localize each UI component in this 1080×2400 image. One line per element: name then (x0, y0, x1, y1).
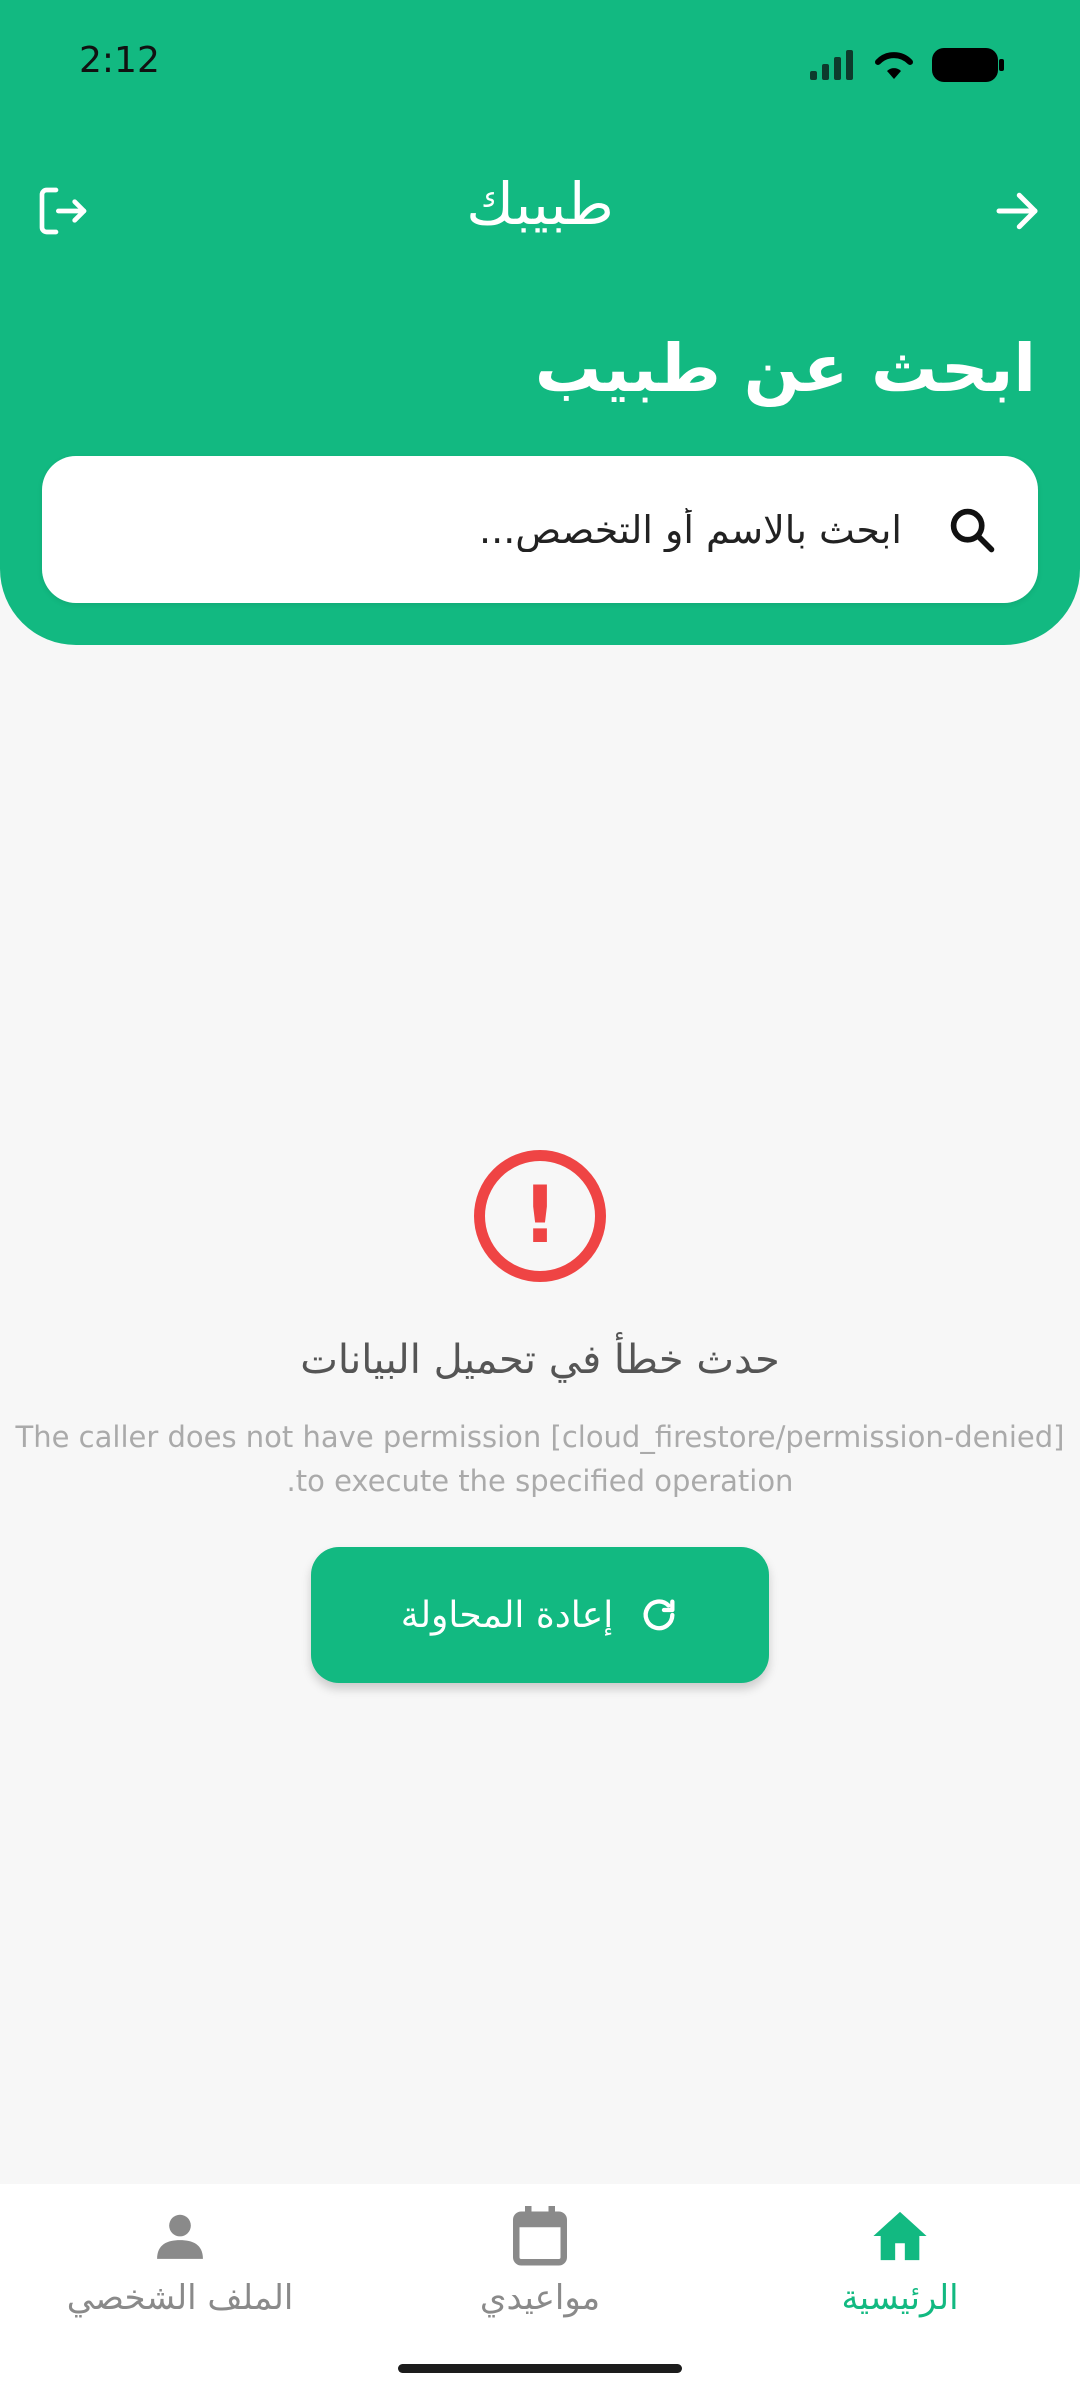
error-circle-icon: ! (474, 1150, 606, 1282)
app-header: 2:12 طبيبك ابحث عن طبيب (0, 0, 1080, 645)
nav-item-home[interactable]: الرئيسية (720, 2184, 1080, 2400)
home-icon (873, 2211, 927, 2261)
error-state: ! حدث خطأ في تحميل البيانات [cloud_fires… (0, 1150, 1080, 1683)
error-message: [cloud_firestore/permission-denied] The … (15, 1420, 1065, 1498)
section-title: ابحث عن طبيب (534, 330, 1036, 407)
status-icons (810, 48, 1004, 82)
nav-item-profile[interactable]: الملف الشخصي (0, 2184, 360, 2400)
app-title: طبيبك (466, 170, 614, 238)
search-icon (942, 500, 1002, 560)
retry-label: إعادة المحاولة (400, 1594, 614, 1636)
nav-label-appointments: مواعيدي (479, 2278, 601, 2318)
arrow-right-icon (996, 192, 1038, 230)
wifi-icon (875, 52, 913, 79)
calendar-icon (513, 2206, 567, 2266)
retry-button[interactable]: إعادة المحاولة (311, 1547, 769, 1683)
back-button[interactable] (982, 176, 1052, 246)
battery-icon (932, 48, 1004, 82)
error-title: حدث خطأ في تحميل البيانات (300, 1337, 780, 1383)
nav-label-home: الرئيسية (841, 2278, 959, 2318)
search-box[interactable] (42, 456, 1038, 603)
search-input[interactable] (42, 456, 942, 603)
nav-label-profile: الملف الشخصي (66, 2278, 294, 2318)
status-time: 2:12 (79, 40, 160, 81)
person-icon (157, 2214, 203, 2259)
signal-icon (810, 50, 853, 80)
home-indicator[interactable] (398, 2364, 682, 2373)
refresh-icon (643, 1599, 675, 1631)
